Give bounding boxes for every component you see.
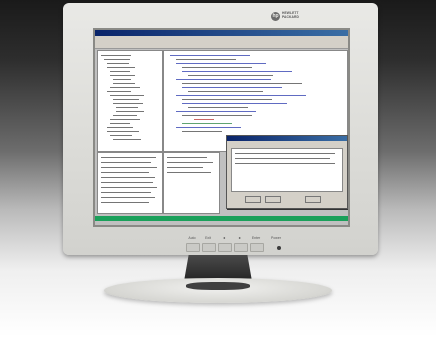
stand-slot	[186, 282, 250, 290]
monitor-screen	[93, 28, 350, 227]
watch-panel	[163, 152, 220, 214]
left-arrow-button[interactable]	[218, 243, 232, 252]
button-label-enter: Enter	[251, 236, 261, 240]
button-label-power: Power	[271, 236, 281, 240]
status-bar	[95, 216, 348, 221]
button-label-right: ►	[238, 236, 242, 240]
dialog-button-cancel[interactable]	[265, 196, 281, 203]
brand-line2: PACKARD	[282, 15, 299, 19]
monitor-photo: hp HEWLETT PACKARD Auto Exit ◄ ► Enter P…	[0, 0, 436, 337]
dialog-list	[231, 148, 343, 192]
button-label-left: ◄	[222, 236, 226, 240]
exit-button[interactable]	[202, 243, 216, 252]
dialog-titlebar	[227, 136, 347, 141]
hp-logo-icon: hp	[271, 11, 280, 21]
project-tree-panel	[97, 50, 163, 152]
auto-button[interactable]	[186, 243, 200, 252]
button-label-auto: Auto	[188, 236, 196, 240]
power-led-icon[interactable]	[277, 246, 281, 250]
variables-panel	[97, 152, 163, 214]
dialog-button-ok[interactable]	[245, 196, 261, 203]
window-toolbar	[95, 41, 348, 49]
enter-button[interactable]	[250, 243, 264, 252]
dialog-button-help[interactable]	[305, 196, 321, 203]
modal-dialog	[226, 135, 348, 209]
monitor-bezel: hp HEWLETT PACKARD	[63, 3, 378, 255]
button-label-exit: Exit	[205, 236, 211, 240]
right-arrow-button[interactable]	[234, 243, 248, 252]
brand-logo: hp HEWLETT PACKARD	[271, 11, 305, 21]
